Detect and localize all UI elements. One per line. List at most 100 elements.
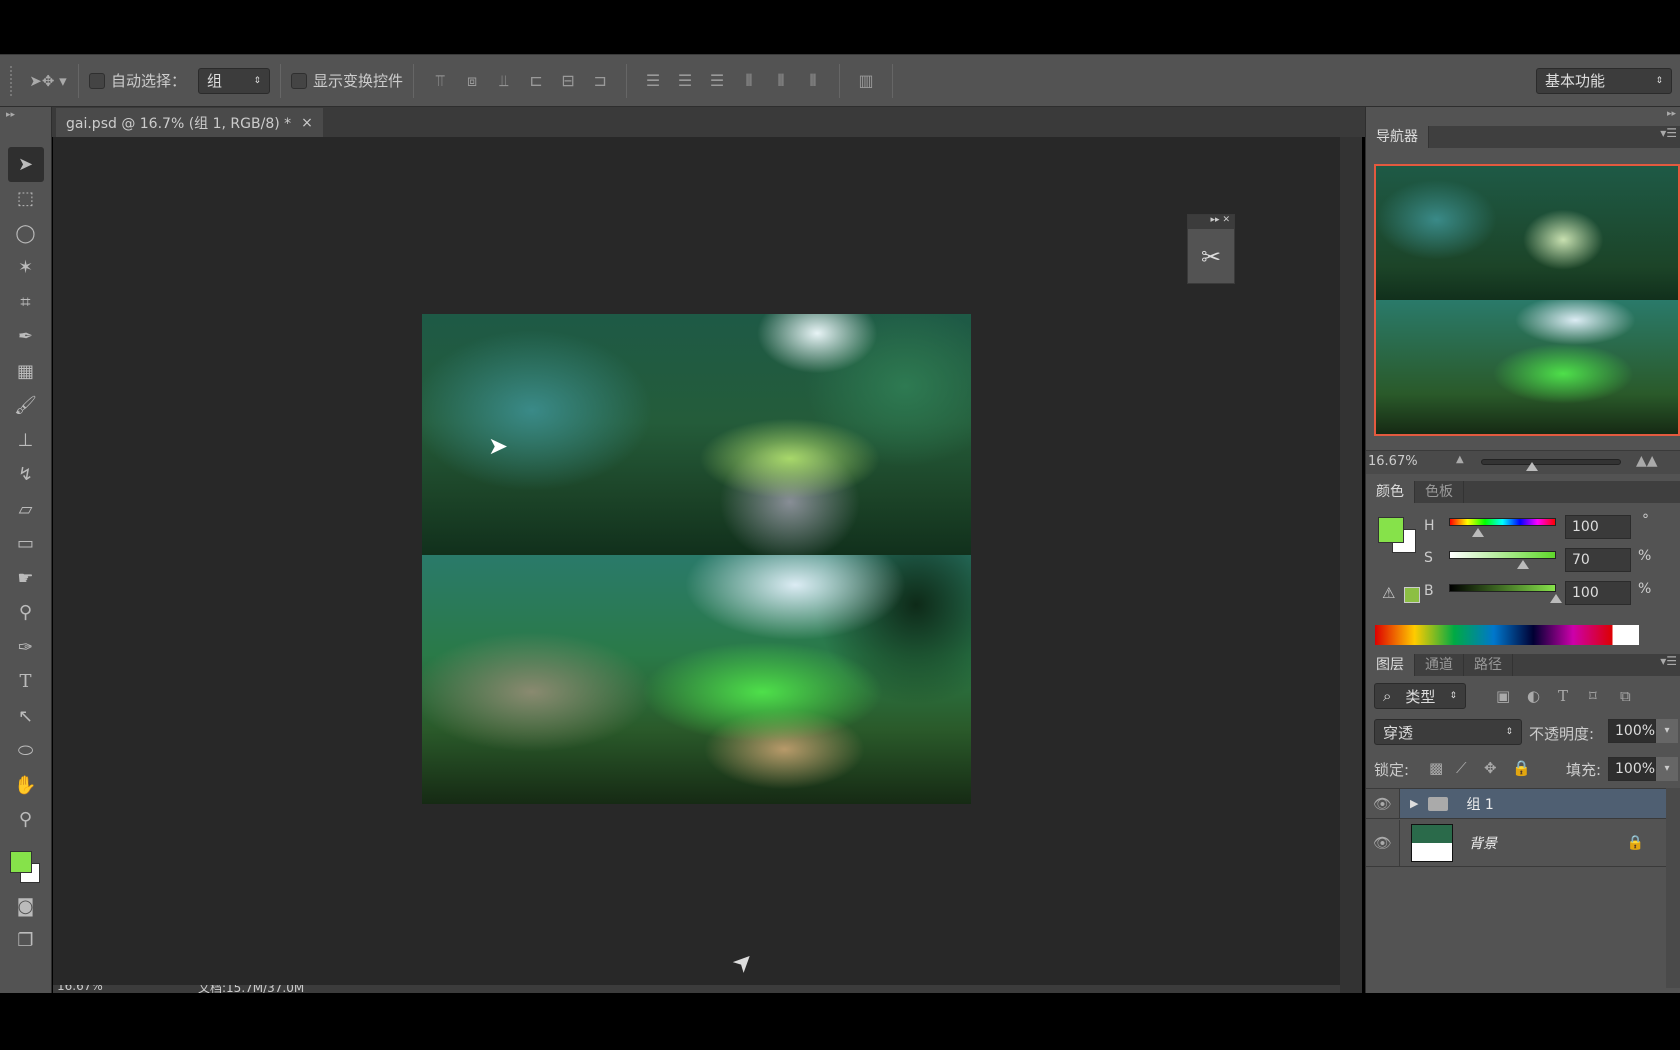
move-tool[interactable]: ➤ [7, 147, 44, 182]
smart-object-filter-icon[interactable]: ⧉ [1620, 687, 1631, 705]
panel-collapse-icon[interactable]: ▸▸ [6, 110, 15, 120]
move-tool-preset-icon[interactable]: ➤✥ ▾ [28, 72, 68, 90]
type-tool[interactable]: T [8, 665, 44, 700]
zoom-in-icon[interactable]: ▲▲ [1636, 453, 1658, 469]
auto-select-checkbox[interactable] [89, 72, 105, 89]
layer-name[interactable]: 组 1 [1466, 794, 1493, 814]
layer-name[interactable]: 背景 [1469, 833, 1497, 853]
lock-position-icon[interactable]: ✥ [1484, 759, 1497, 777]
vertical-scrollbar[interactable] [1340, 137, 1362, 993]
close-icon[interactable]: × [301, 115, 313, 131]
hand-tool[interactable]: ✋ [8, 768, 44, 803]
tab-channels[interactable]: 通道 [1415, 654, 1464, 676]
document-image[interactable]: ➤ [422, 314, 971, 804]
smudge-tool[interactable]: ☛ [8, 561, 44, 596]
visibility-eye-icon[interactable]: 👁 [1366, 789, 1400, 818]
document-tab[interactable]: gai.psd @ 16.7% (组 1, RGB/8) * × [56, 108, 323, 137]
marquee-tool[interactable]: ⬚ [8, 182, 44, 217]
pen-tool[interactable]: ✑ [8, 630, 44, 665]
eraser-tool[interactable]: ▱ [8, 492, 44, 527]
expand-icon[interactable]: ▸▸ [1211, 215, 1220, 225]
layers-scrollbar[interactable] [1666, 788, 1680, 988]
screen-mode-icon[interactable]: ❐ [8, 924, 44, 959]
hue-slider[interactable] [1449, 518, 1556, 526]
tab-navigator[interactable]: 导航器 [1366, 126, 1429, 148]
fill-dropdown-button[interactable]: ▾ [1656, 757, 1678, 781]
layer-row-group[interactable]: 👁 ▶ 组 1 [1366, 788, 1666, 819]
expand-triangle-icon[interactable]: ▶ [1410, 797, 1418, 810]
eyedropper-tool[interactable]: ✒ [8, 320, 44, 355]
healing-brush-tool[interactable]: ▦ [8, 354, 44, 389]
navigator-zoom-thumb[interactable] [1526, 462, 1538, 471]
toolbar-grip[interactable] [10, 65, 14, 96]
align-top-icon[interactable]: ⫪ [424, 71, 456, 91]
saturation-slider[interactable] [1449, 551, 1556, 559]
history-brush-tool[interactable]: ↯ [8, 458, 44, 493]
blend-mode-dropdown[interactable]: 穿透 ⇕ [1374, 719, 1522, 745]
close-icon[interactable]: ✕ [1222, 215, 1230, 225]
gamut-color-swatch[interactable] [1404, 587, 1420, 603]
lasso-tool[interactable]: ◯ [8, 216, 44, 251]
path-selection-tool[interactable]: ↖ [8, 699, 44, 734]
panel-menu-icon[interactable]: ▾☰ [1660, 126, 1680, 148]
magic-wand-tool[interactable]: ✶ [8, 251, 44, 286]
gradient-tool[interactable]: ▭ [8, 527, 44, 562]
fill-input[interactable]: 100% [1608, 757, 1656, 781]
gamut-warning-icon[interactable]: ⚠ [1382, 584, 1395, 602]
tab-paths[interactable]: 路径 [1464, 654, 1513, 676]
brightness-slider-thumb[interactable] [1550, 594, 1562, 603]
foreground-color-swatch[interactable] [1378, 517, 1404, 543]
brush-tool[interactable]: 🖌 [8, 389, 44, 424]
panel-menu-icon[interactable]: ▾☰ [1660, 654, 1680, 676]
opacity-dropdown-button[interactable]: ▾ [1656, 719, 1678, 743]
adjustment-filter-icon[interactable]: ◐ [1527, 687, 1540, 705]
quick-mask-icon[interactable]: ◙ [8, 889, 44, 924]
tab-swatches[interactable]: 色板 [1415, 481, 1464, 503]
brightness-slider[interactable] [1449, 584, 1556, 592]
navigator-preview[interactable] [1374, 164, 1680, 436]
visibility-eye-icon[interactable]: 👁 [1366, 820, 1400, 866]
layer-row-background[interactable]: 👁 背景 🔒 [1366, 820, 1666, 867]
dodge-tool[interactable]: ⚲ [8, 596, 44, 631]
color-spectrum-bar[interactable] [1375, 625, 1639, 645]
saturation-input[interactable]: 70 [1565, 548, 1631, 572]
distribute-top-icon[interactable]: ☰ [637, 71, 669, 90]
ellipse-tool[interactable]: ⬭ [8, 734, 44, 769]
crop-tool[interactable]: ⌗ [8, 285, 44, 320]
hue-input[interactable]: 100 [1565, 515, 1631, 539]
color-swatches[interactable] [6, 841, 46, 889]
opacity-input[interactable]: 100% [1608, 719, 1656, 743]
zoom-out-icon[interactable]: ▲ [1456, 454, 1464, 465]
lock-image-icon[interactable]: ⟋ [1456, 759, 1467, 777]
navigator-zoom-value[interactable]: 16.67% [1368, 454, 1418, 469]
foreground-color-swatch[interactable] [9, 851, 32, 873]
floating-tool-panel[interactable]: ▸▸ ✕ ✂ [1187, 214, 1235, 284]
hue-slider-thumb[interactable] [1472, 528, 1484, 537]
workspace-dropdown[interactable]: 基本功能 ⇕ [1536, 67, 1672, 94]
tool-presets-icon[interactable]: ✂ [1188, 243, 1234, 271]
layer-group-body[interactable]: ▶ 组 1 [1400, 789, 1666, 818]
zoom-tool[interactable]: ⚲ [8, 803, 44, 838]
pixel-filter-icon[interactable]: ▣ [1496, 687, 1510, 705]
clone-stamp-tool[interactable]: ⊥ [8, 423, 44, 458]
brightness-input[interactable]: 100 [1565, 581, 1631, 605]
lock-all-icon[interactable]: 🔒 [1512, 759, 1531, 777]
auto-select-dropdown[interactable]: 组 ⇕ [198, 67, 271, 94]
distribute-left-icon[interactable]: ⫴ [733, 71, 765, 91]
distribute-vcenter-icon[interactable]: ☰ [669, 71, 701, 90]
lock-transparent-icon[interactable]: ▩ [1429, 759, 1443, 777]
navigator-zoom-slider[interactable] [1481, 459, 1621, 465]
shape-filter-icon[interactable]: ⌑ [1589, 687, 1597, 705]
align-left-icon[interactable]: ⊏ [520, 71, 552, 90]
saturation-slider-thumb[interactable] [1517, 560, 1529, 569]
show-transform-checkbox[interactable] [291, 72, 308, 89]
tab-color[interactable]: 颜色 [1366, 481, 1415, 503]
layer-filter-dropdown[interactable]: ⌕ 类型 ⇕ [1374, 683, 1466, 709]
auto-align-icon[interactable]: ▥ [850, 71, 882, 90]
distribute-right-icon[interactable]: ⫴ [797, 71, 829, 91]
align-bottom-icon[interactable]: ⫫ [488, 71, 520, 91]
type-filter-icon[interactable]: T [1558, 687, 1568, 705]
distribute-hcenter-icon[interactable]: ⫴ [765, 71, 797, 91]
align-right-icon[interactable]: ⊐ [584, 71, 616, 90]
distribute-bottom-icon[interactable]: ☰ [701, 71, 733, 90]
